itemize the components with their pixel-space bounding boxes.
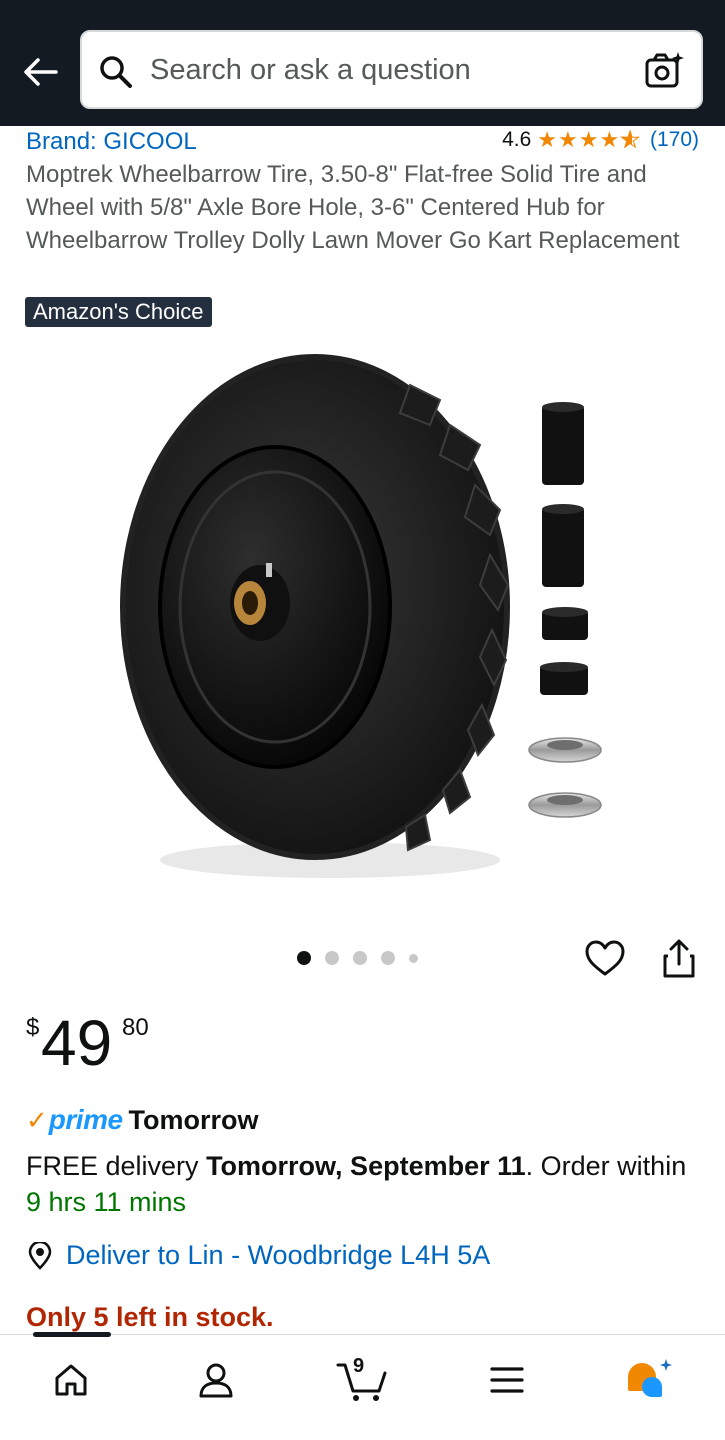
bottom-nav: 9 bbox=[0, 1332, 725, 1440]
nav-account[interactable] bbox=[186, 1355, 246, 1405]
back-arrow-icon bbox=[24, 58, 58, 86]
star-icon: ★ bbox=[537, 127, 558, 152]
carousel-dot[interactable] bbox=[353, 951, 367, 965]
nav-rufus[interactable] bbox=[620, 1355, 680, 1405]
delivery-mid: . Order within bbox=[525, 1151, 687, 1181]
carousel-dot[interactable] bbox=[297, 951, 311, 965]
prime-check-icon: ✓ bbox=[26, 1104, 48, 1135]
prime-delivery-day: Tomorrow bbox=[128, 1104, 259, 1135]
deliver-to-label[interactable]: Deliver to Lin - Woodbridge L4H 5A bbox=[66, 1240, 490, 1271]
delivery-message: FREE delivery Tomorrow, September 11. Or… bbox=[26, 1148, 706, 1220]
image-carousel-dots bbox=[297, 951, 418, 965]
back-button[interactable] bbox=[18, 50, 62, 94]
amazons-choice-badge[interactable]: Amazon's Choice bbox=[25, 297, 212, 327]
delivery-countdown: 9 hrs 11 mins bbox=[26, 1187, 187, 1217]
price-whole: 49 bbox=[41, 1007, 113, 1079]
stock-status: Only 5 left in stock. bbox=[26, 1302, 274, 1332]
deliver-to-link[interactable]: Deliver to Lin - Woodbridge L4H 5A bbox=[26, 1240, 490, 1271]
price-symbol: $ bbox=[26, 1014, 40, 1041]
nav-cart[interactable]: 9 bbox=[330, 1355, 394, 1405]
search-icon bbox=[100, 56, 132, 88]
search-input[interactable] bbox=[150, 50, 620, 90]
account-icon bbox=[199, 1363, 233, 1398]
prime-logo: prime bbox=[48, 1104, 123, 1135]
rating-value: 4.6 bbox=[502, 128, 532, 151]
product-title: Moptrek Wheelbarrow Tire, 3.50-8" Flat-f… bbox=[26, 161, 680, 254]
rating-summary[interactable]: 4.6 ★ ★ ★ ★ ★ (170) bbox=[502, 128, 699, 152]
menu-icon bbox=[490, 1367, 524, 1393]
nav-active-indicator bbox=[33, 1332, 111, 1337]
cart-count: 9 bbox=[353, 1355, 365, 1377]
camera-search-icon[interactable] bbox=[643, 50, 685, 92]
product-image[interactable] bbox=[110, 345, 630, 885]
delivery-prefix: FREE delivery bbox=[26, 1151, 207, 1181]
nav-menu[interactable] bbox=[477, 1355, 537, 1405]
prime-badge-row: ✓ prime Tomorrow bbox=[26, 1104, 259, 1136]
rufus-icon bbox=[628, 1359, 672, 1397]
carousel-dot[interactable] bbox=[381, 951, 395, 965]
nav-home[interactable] bbox=[41, 1355, 101, 1405]
heart-icon[interactable] bbox=[584, 938, 626, 980]
brand-link[interactable]: Brand: GICOOL bbox=[26, 128, 197, 156]
star-icon: ★ bbox=[578, 127, 599, 152]
share-icon[interactable] bbox=[658, 938, 700, 980]
star-rating: ★ ★ ★ ★ ★ bbox=[537, 127, 641, 152]
delivery-date: Tomorrow, September 11 bbox=[206, 1151, 526, 1181]
carousel-dot[interactable] bbox=[325, 951, 339, 965]
star-icon: ★ bbox=[599, 127, 620, 152]
star-icon: ★ bbox=[558, 127, 578, 152]
half-star-icon: ★ bbox=[620, 127, 641, 152]
search-box[interactable] bbox=[80, 30, 703, 109]
top-bar bbox=[0, 0, 725, 126]
carousel-dot[interactable] bbox=[409, 953, 418, 963]
location-pin-icon bbox=[28, 1241, 52, 1270]
review-count-link[interactable]: (170) bbox=[650, 128, 699, 152]
price-fraction: 80 bbox=[122, 1014, 149, 1041]
home-icon bbox=[55, 1364, 87, 1396]
